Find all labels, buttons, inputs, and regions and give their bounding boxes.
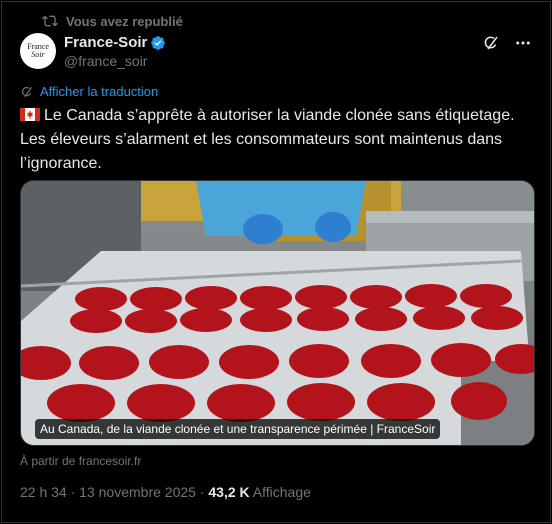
meat-production-image (21, 181, 534, 445)
show-translation-link[interactable]: Afficher la traduction (20, 84, 158, 99)
grok-icon[interactable] (482, 34, 500, 52)
tweet-text: Le Canada s’apprête à autoriser la viand… (20, 107, 515, 172)
author-display-name[interactable]: France-Soir (64, 34, 147, 51)
avatar[interactable]: France Soir (20, 33, 56, 69)
translate-icon (22, 86, 33, 97)
author-handle[interactable]: @france_soir (64, 53, 147, 69)
views-count: 43,2 K (208, 484, 250, 500)
canada-flag-icon (20, 108, 40, 121)
tweet-meta: 22 h 34 · 13 novembre 2025 · 43,2 K Affi… (20, 484, 311, 500)
more-icon[interactable] (514, 34, 532, 52)
source-link[interactable]: À partir de francesoir.fr (20, 454, 141, 468)
views-label: Affichage (252, 484, 311, 500)
repost-label: Vous avez republié (66, 13, 183, 29)
repost-indicator: Vous avez republié (42, 13, 183, 29)
verified-badge-icon[interactable] (150, 35, 166, 51)
tweet-date[interactable]: 13 novembre 2025 (79, 484, 196, 500)
article-media-card[interactable]: Au Canada, de la viande clonée et une tr… (20, 180, 535, 446)
tweet-card[interactable]: Vous avez republié France Soir France-So… (1, 1, 551, 523)
tweet-time[interactable]: 22 h 34 (20, 484, 67, 500)
repost-icon (42, 15, 58, 27)
media-caption: Au Canada, de la viande clonée et une tr… (35, 419, 441, 439)
